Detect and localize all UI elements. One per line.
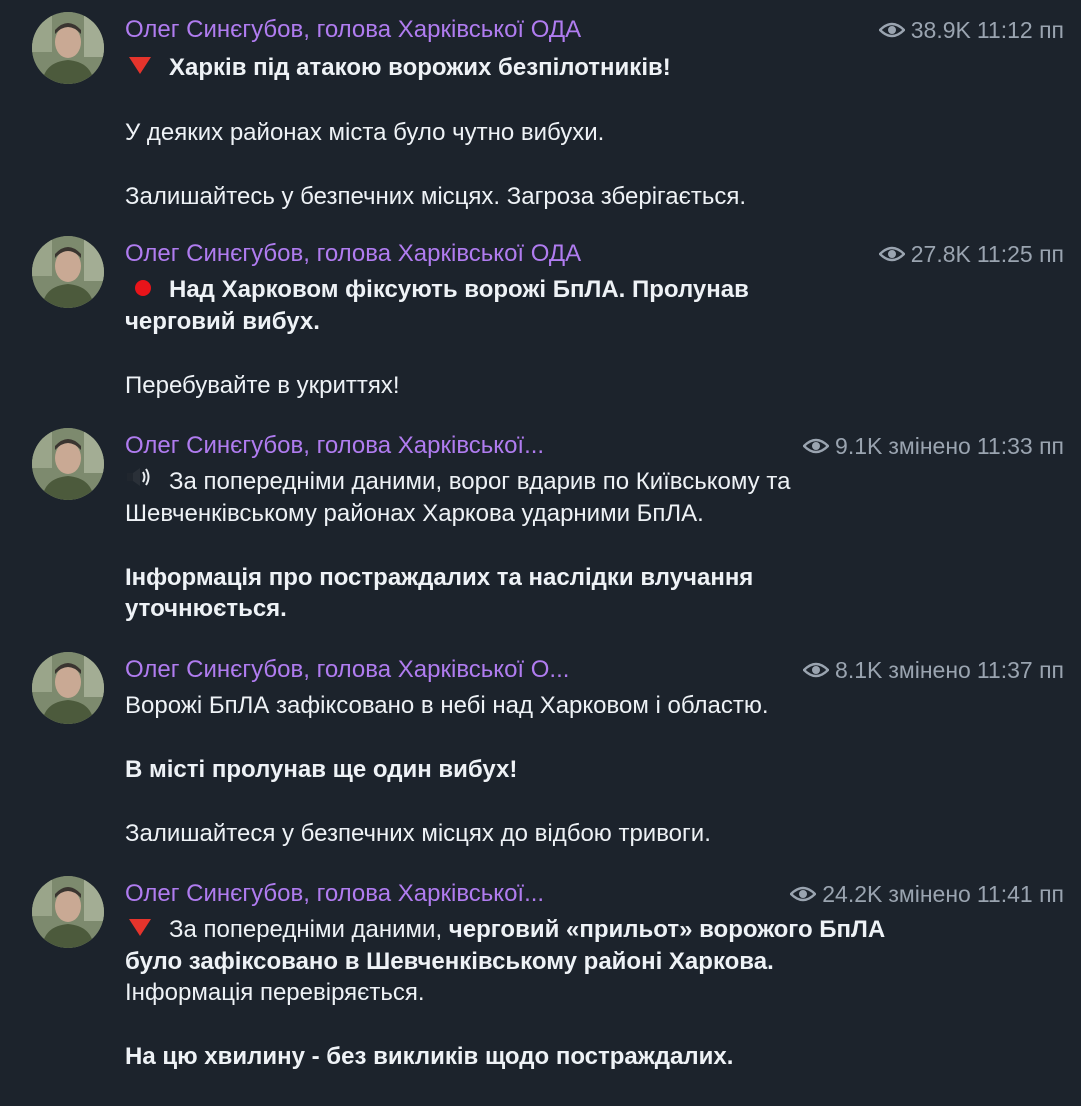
views-eye-icon: [803, 662, 830, 678]
views-count: 27.8K: [910, 241, 971, 267]
author-name[interactable]: Олег Синєгубов, голова Харківської...: [125, 878, 544, 910]
avatar[interactable]: [32, 652, 104, 724]
author-name[interactable]: Олег Синєгубов, голова Харківської ОДА: [125, 238, 581, 270]
message-line: За попередніми даними, ворог вдарив по К…: [125, 468, 791, 528]
message-line: Інформація про постраждалих та наслідки …: [125, 564, 754, 623]
message-meta: 9.1K змінено 11:33 пп: [803, 430, 1064, 462]
message-line: Залишайтесь у безпечних місцях. Загроза …: [125, 183, 747, 211]
message-line: На цю хвилину - без викликів щодо постра…: [125, 1043, 734, 1071]
avatar[interactable]: [32, 876, 104, 948]
message-line: Залишайтеся у безпечних місцях до відбою…: [125, 820, 711, 847]
author-name[interactable]: Олег Синєгубов, голова Харківської ОДА: [125, 14, 581, 46]
avatar[interactable]: [32, 12, 104, 84]
message-line: Інформація перевіряється.: [125, 979, 425, 1007]
edited-label: змінено: [888, 657, 971, 683]
author-name[interactable]: Олег Синєгубов, голова Харківської...: [125, 430, 544, 462]
message-text: За попередніми даними, черговий «прильот…: [125, 914, 915, 1072]
message-line: Харків під атакою ворожих безпілотників!: [169, 54, 671, 81]
author-name[interactable]: Олег Синєгубов, голова Харківської О...: [125, 654, 569, 686]
views-eye-icon: [878, 22, 905, 38]
channel-feed: Олег Синєгубов, голова Харківської ОДА 3…: [0, 0, 1081, 1106]
views-eye-icon: [878, 246, 905, 262]
message-text: Над Харковом фіксують ворожі БпЛА. Пролу…: [125, 274, 825, 401]
message-text: За попередніми даними, ворог вдарив по К…: [125, 466, 915, 624]
message-line: У деяких районах міста було чутно вибухи…: [125, 119, 605, 147]
message-time: 11:33 пп: [976, 433, 1064, 459]
red-triangle-down-icon: [125, 913, 155, 944]
loudspeaker-icon: [125, 465, 155, 496]
red-triangle-down-icon: [125, 51, 155, 82]
avatar[interactable]: [32, 236, 104, 308]
avatar[interactable]: [32, 428, 104, 500]
message-line: За попередніми даними,: [169, 916, 449, 943]
message-time: 11:12 пп: [976, 17, 1064, 43]
message-text: Харків під атакою ворожих безпілотників!…: [125, 52, 915, 212]
views-eye-icon: [790, 886, 817, 902]
red-circle-icon: [125, 273, 155, 304]
views-count: 24.2K: [822, 881, 883, 907]
message-time: 11:41 пп: [976, 881, 1064, 907]
message-time: 11:25 пп: [976, 241, 1064, 267]
message-meta: 27.8K 11:25 пп: [878, 238, 1064, 270]
message-text: Ворожі БпЛА зафіксовано в небі над Харко…: [125, 690, 915, 849]
views-count: 9.1K: [835, 433, 883, 459]
message-meta: 8.1K змінено 11:37 пп: [803, 654, 1064, 686]
message-meta: 24.2K змінено 11:41 пп: [790, 878, 1064, 910]
message-line: Ворожі БпЛА зафіксовано в небі над Харко…: [125, 692, 769, 719]
message-meta: 38.9K 11:12 пп: [878, 14, 1064, 46]
message-line: В місті пролунав ще один вибух!: [125, 756, 518, 783]
message-time: 11:37 пп: [976, 657, 1064, 683]
views-eye-icon: [803, 438, 830, 454]
edited-label: змінено: [888, 433, 971, 459]
views-count: 8.1K: [835, 657, 883, 683]
message-line: Перебувайте в укриттях!: [125, 372, 400, 400]
edited-label: змінено: [888, 881, 971, 907]
views-count: 38.9K: [910, 17, 971, 43]
message-line: Над Харковом фіксують ворожі БпЛА. Пролу…: [125, 276, 749, 336]
